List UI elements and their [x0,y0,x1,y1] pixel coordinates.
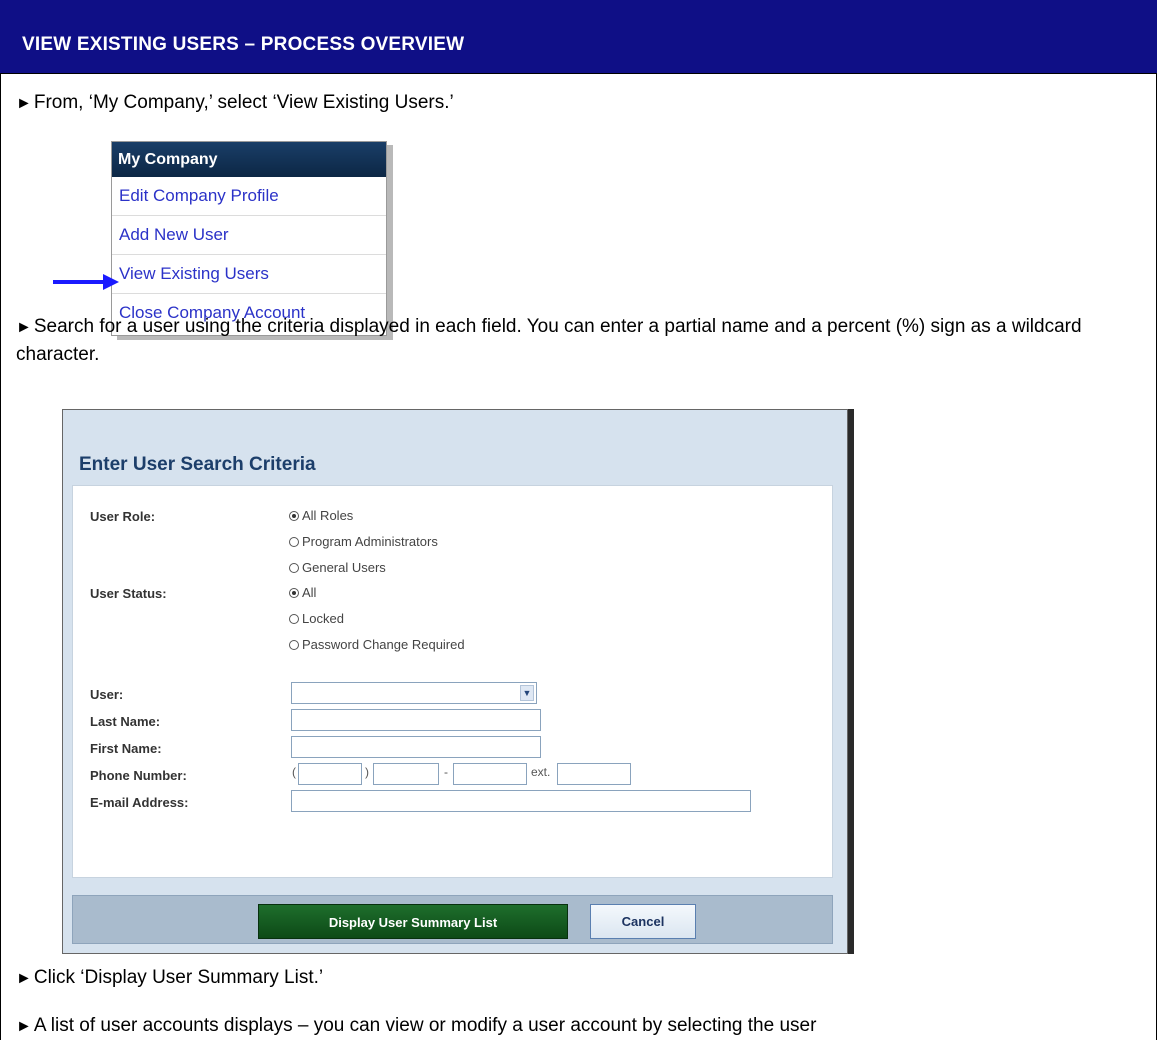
title-bar: VIEW EXISTING USERS – PROCESS OVERVIEW [0,0,1157,74]
menu-item-add-new-user[interactable]: Add New User [112,216,386,255]
radio-general-users-label: General Users [302,560,386,575]
radio-status-locked[interactable]: Locked [289,611,344,626]
step-2-text: Search for a user using the criteria dis… [16,316,1082,365]
step-1: ► From, ‘My Company,’ select ‘View Existi… [16,89,454,117]
user-role-label: User Role: [90,509,156,524]
radio-selected-icon [289,587,299,598]
step-1-text: From, ‘My Company,’ select ‘View Existin… [33,92,454,113]
search-form-body: User Role: All Roles Program Administrat… [72,485,833,878]
chevron-down-icon: ▼ [520,685,534,701]
email-label: E-mail Address: [90,795,189,810]
step-4-text: A list of user accounts displays – you c… [33,1015,817,1036]
radio-program-administrators-label: Program Administrators [302,534,438,549]
radio-status-locked-label: Locked [302,611,344,626]
user-search-panel: Enter User Search Criteria User Role: Al… [62,409,848,954]
radio-status-password-change-label: Password Change Required [302,637,465,652]
radio-icon [289,562,299,573]
menu-item-view-existing-users[interactable]: View Existing Users [112,255,386,294]
last-name-label: Last Name: [90,714,161,729]
step-3-text: Click ‘Display User Summary List.’ [33,967,324,988]
phone-prefix-field[interactable] [373,763,439,785]
phone-open-paren: ( [292,765,296,779]
search-panel-title: Enter User Search Criteria [79,454,316,475]
phone-line-field[interactable] [453,763,527,785]
button-bar: Display User Summary List Cancel [72,895,833,944]
radio-general-users[interactable]: General Users [289,560,386,575]
last-name-field[interactable] [291,709,541,731]
radio-icon [289,613,299,624]
user-status-label: User Status: [90,586,167,601]
user-select[interactable]: ▼ [291,682,537,704]
bullet-icon: ► [16,95,32,112]
page-title: VIEW EXISTING USERS – PROCESS OVERVIEW [22,34,465,55]
phone-ext-field[interactable] [557,763,631,785]
radio-all-roles-label: All Roles [302,508,354,523]
radio-status-all-label: All [302,585,317,600]
phone-number-label: Phone Number: [90,768,187,783]
display-user-summary-list-button[interactable]: Display User Summary List [258,904,568,939]
phone-ext-label: ext. [531,765,551,779]
phone-area-code-field[interactable] [298,763,362,785]
radio-icon [289,536,299,547]
radio-program-administrators[interactable]: Program Administrators [289,534,438,549]
phone-dash: - [444,765,448,779]
cancel-button[interactable]: Cancel [590,904,696,939]
radio-status-password-change[interactable]: Password Change Required [289,637,465,652]
radio-all-roles[interactable]: All Roles [289,508,353,523]
menu-item-edit-company-profile[interactable]: Edit Company Profile [112,177,386,216]
bullet-icon: ► [16,319,32,336]
radio-selected-icon [289,510,299,521]
menu-header: My Company [112,142,386,177]
pointer-arrow-icon [53,274,119,290]
step-3: ► Click ‘Display User Summary List.’ [16,964,323,992]
radio-status-all[interactable]: All [289,585,316,600]
step-2: ► Search for a user using the criteria di… [16,313,1141,368]
bullet-icon: ► [16,970,32,987]
user-label: User: [90,687,124,702]
email-field[interactable] [291,790,751,812]
first-name-label: First Name: [90,741,162,756]
first-name-field[interactable] [291,736,541,758]
my-company-menu: My Company Edit Company Profile Add New … [111,141,387,336]
phone-close-paren: ) [365,765,369,779]
bullet-icon: ► [16,1018,32,1035]
radio-icon [289,639,299,650]
